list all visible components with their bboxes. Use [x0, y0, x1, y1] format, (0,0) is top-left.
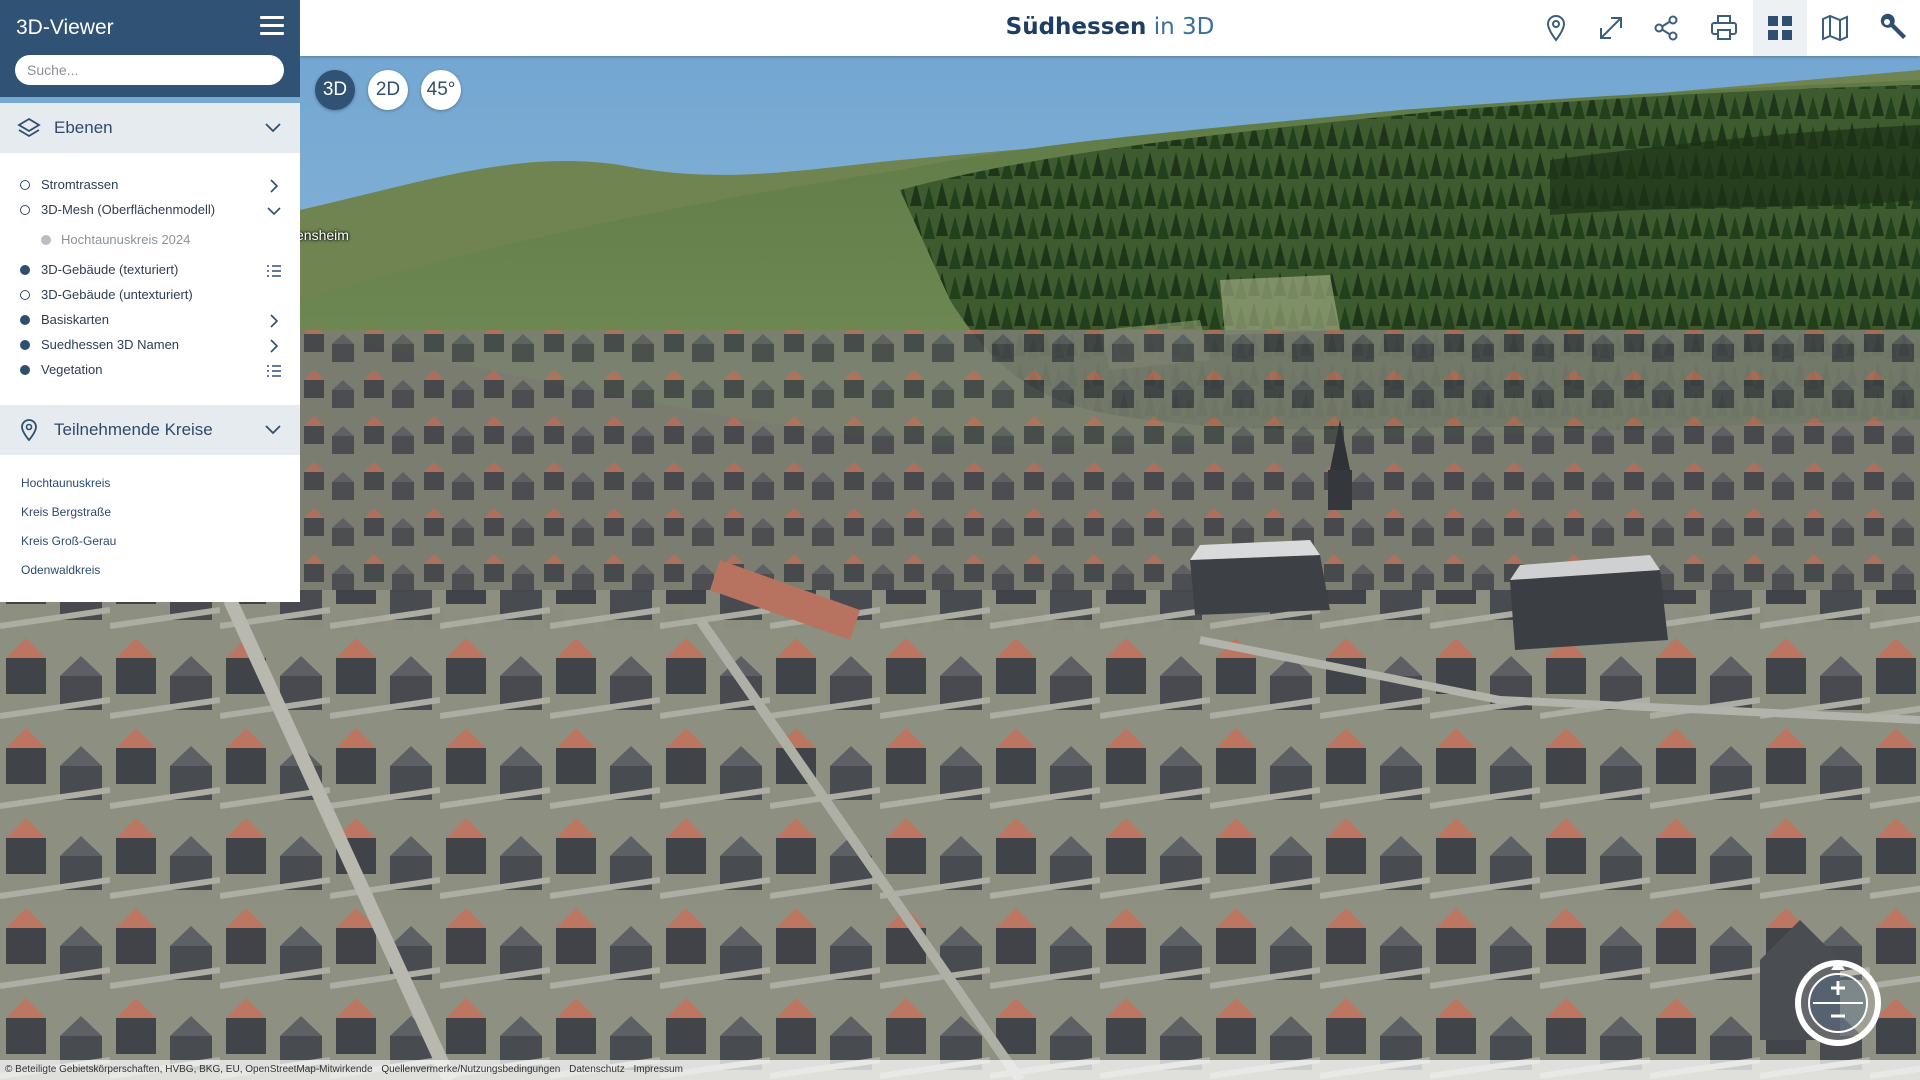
kreise-section-label: Teilnehmende Kreise — [54, 420, 213, 439]
layer-stromtrassen[interactable]: Stromtrassen — [0, 174, 300, 198]
layer-3d-gebaeude-texturiert[interactable]: 3D-Gebäude (texturiert) — [0, 259, 300, 283]
chevron-down-icon[interactable] — [266, 203, 282, 219]
layer-toggle[interactable] — [20, 340, 30, 350]
layer-basiskarten[interactable]: Basiskarten — [0, 309, 300, 333]
chevron-right-icon[interactable] — [266, 178, 282, 194]
layer-toggle[interactable] — [20, 180, 30, 190]
wrench-icon[interactable] — [1866, 0, 1920, 56]
layer-label: Stromtrassen — [41, 177, 119, 192]
layer-label: 3D-Gebäude (untexturiert) — [41, 287, 193, 302]
location-pin-icon[interactable] — [1529, 0, 1583, 56]
layer-toggle[interactable] — [20, 365, 30, 375]
menu-icon[interactable] — [260, 16, 284, 38]
kreis-link[interactable]: Odenwaldkreis — [21, 563, 100, 577]
location-pin-icon — [21, 419, 37, 442]
legend-icon[interactable] — [266, 363, 282, 379]
kreis-link[interactable]: Kreis Groß-Gerau — [21, 534, 116, 548]
layers-icon — [17, 117, 41, 138]
view-2d-button[interactable]: 2D — [368, 70, 408, 110]
kreis-link[interactable]: Hochtaunuskreis — [21, 476, 110, 490]
kreis-link[interactable]: Kreis Bergstraße — [21, 505, 111, 519]
chevron-right-icon[interactable] — [266, 313, 282, 329]
layer-label: 3D-Gebäude (texturiert) — [41, 262, 179, 277]
layer-vegetation[interactable]: Vegetation — [0, 359, 300, 383]
layer-toggle[interactable] — [20, 205, 30, 215]
kreise-section-header[interactable]: Teilnehmende Kreise — [0, 405, 300, 455]
layer-toggle[interactable] — [20, 290, 30, 300]
brand-bold: Südhessen — [1005, 14, 1147, 40]
fullscreen-icon[interactable] — [1584, 0, 1638, 56]
legend-icon[interactable] — [266, 263, 282, 279]
grid-icon[interactable] — [1753, 0, 1807, 56]
chevron-right-icon[interactable] — [266, 338, 282, 354]
share-icon[interactable] — [1639, 0, 1693, 56]
layer-toggle[interactable] — [20, 315, 30, 325]
view-oblique-button[interactable]: 45° — [421, 70, 461, 110]
layer-toggle[interactable] — [20, 265, 30, 275]
sidebar-header: 3D-Viewer — [0, 0, 300, 97]
attribution-footer: © Beteiligte Gebietskörperschaften, HVBG… — [0, 1060, 1920, 1080]
layer-label: Hochtaunuskreis 2024 — [61, 232, 191, 247]
layer-suedhessen-3d-namen[interactable]: Suedhessen 3D Namen — [0, 334, 300, 358]
layer-toggle[interactable] — [41, 235, 51, 245]
map-icon[interactable] — [1808, 0, 1862, 56]
layer-3d-mesh[interactable]: 3D-Mesh (Oberflächenmodell) — [0, 199, 300, 223]
view-3d-button[interactable]: 3D — [315, 70, 355, 110]
top-bar: Südhessen in 3D — [300, 0, 1920, 56]
brand-light: in 3D — [1153, 14, 1215, 40]
layers-section-label: Ebenen — [54, 118, 113, 137]
privacy-link[interactable]: Datenschutz — [569, 1064, 625, 1075]
attribution-text: © Beteiligte Gebietskörperschaften, HVBG… — [5, 1064, 373, 1075]
layers-panel: Stromtrassen 3D-Mesh (Oberflächenmodell)… — [0, 153, 300, 405]
chevron-down-icon[interactable] — [264, 421, 282, 439]
layer-label: 3D-Mesh (Oberflächenmodell) — [41, 202, 216, 217]
zoom-control[interactable] — [1793, 958, 1883, 1048]
chevron-down-icon[interactable] — [264, 119, 282, 137]
search-input[interactable] — [15, 55, 284, 85]
kreise-panel: Hochtaunuskreis Kreis Bergstraße Kreis G… — [0, 455, 300, 602]
app-title: 3D-Viewer — [16, 16, 114, 39]
layer-label: Basiskarten — [41, 312, 109, 327]
print-icon[interactable] — [1697, 0, 1751, 56]
layer-3d-gebaeude-untexturiert[interactable]: 3D-Gebäude (untexturiert) — [0, 284, 300, 308]
layers-section-header[interactable]: Ebenen — [0, 103, 300, 153]
map-place-label: ensheim — [296, 227, 349, 243]
layer-hochtaunuskreis-2024[interactable]: Hochtaunuskreis 2024 — [0, 229, 300, 253]
imprint-link[interactable]: Impressum — [633, 1064, 682, 1075]
sources-link[interactable]: Quellenvermerke/Nutzungsbedingungen — [381, 1064, 560, 1075]
layer-label: Vegetation — [41, 362, 103, 377]
layer-label: Suedhessen 3D Namen — [41, 337, 180, 352]
